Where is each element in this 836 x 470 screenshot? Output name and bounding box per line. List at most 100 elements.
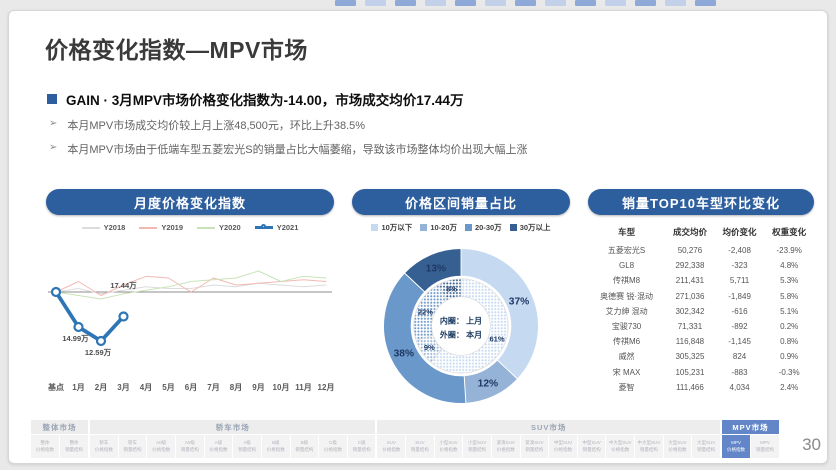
series-Y2021-marker: [97, 337, 105, 345]
x-axis-label: 7月: [207, 383, 219, 392]
series-Y2019: [56, 276, 326, 295]
nav-item-A0级-销量结构[interactable]: A0级销量结构: [176, 435, 204, 458]
bullet-line-2: ➢ 本月MPV市场由于低端车型五菱宏光S的销量占比大幅萎缩，导致该市场整体均价出…: [49, 141, 528, 157]
legend-label: 10-20万: [430, 222, 457, 233]
nav-group-tab-SUV市场[interactable]: SUV市场: [377, 420, 719, 434]
price-change: -1,849: [715, 289, 765, 304]
nav-item-轿车-价格指数[interactable]: 轿车价格指数: [90, 435, 118, 458]
donut-legend-item-30万以上: 30万以上: [510, 222, 551, 233]
table-row: 艾力绅 混动302,342-6165.1%: [588, 304, 814, 319]
nav-group-tab-整体市场[interactable]: 整体市场: [31, 420, 88, 434]
donut-inner-label: 22%: [418, 308, 433, 317]
model-name: 菱智: [588, 380, 665, 395]
donut-outer-label: 37%: [509, 296, 529, 307]
legend-line-swatch: [139, 227, 157, 229]
model-name: GL8: [588, 258, 665, 273]
model-name: 宋 MAX: [588, 365, 665, 380]
nav-item-A级-销量结构[interactable]: A级销量结构: [233, 435, 261, 458]
nav-item-C级-销量结构[interactable]: C级销量结构: [348, 435, 376, 458]
nav-item-中型SUV-销量结构[interactable]: 中型SUV销量结构: [578, 435, 606, 458]
donut-inner-label: 9%: [424, 343, 435, 352]
nav-item-line2: 销量结构: [692, 447, 720, 454]
nav-item-line1: SUV: [377, 440, 405, 447]
price-change: -1,145: [715, 334, 765, 349]
nav-item-line1: 中大型SUV: [606, 440, 634, 447]
nav-item-line1: B级: [262, 440, 290, 447]
nav-item-line1: 整体: [31, 440, 59, 447]
model-name: 奥德赛 锐·混动: [588, 289, 665, 304]
nav-item-line2: 销量结构: [348, 447, 376, 454]
donut-outer-label: 38%: [394, 348, 414, 359]
table-row: 宝骏73071,331-8920.2%: [588, 319, 814, 334]
point-label: 17.44万: [110, 281, 137, 290]
legend-label: Y2020: [219, 223, 241, 232]
nav-item-C级-价格指数[interactable]: C级价格指数: [319, 435, 347, 458]
legend-label: Y2018: [104, 223, 126, 232]
bullet-line-1: ➢ 本月MPV市场成交均价较上月上涨48,500元，环比上升38.5%: [49, 117, 365, 133]
model-name: 传祺M8: [588, 273, 665, 288]
nav-item-line1: 紧凑SUV: [521, 440, 549, 447]
nav-item-line2: 销量结构: [578, 447, 606, 454]
nav-item-小型SUV-价格指数[interactable]: 小型SUV价格指数: [435, 435, 463, 458]
nav-item-SUV-销量结构[interactable]: SUV销量结构: [406, 435, 434, 458]
arrow-bullet-icon: ➢: [49, 117, 57, 131]
nav-item-大型SUV-价格指数[interactable]: 大型SUV价格指数: [664, 435, 692, 458]
nav-group-tab-MPV市场[interactable]: MPV市场: [722, 420, 779, 434]
weight-change: 0.2%: [764, 319, 814, 334]
model-name: 五菱宏光S: [588, 243, 665, 258]
legend-color-swatch: [510, 224, 517, 231]
price-change: -883: [715, 365, 765, 380]
donut-center-line-2: 外圈： 本月: [440, 330, 482, 340]
nav-item-line1: SUV: [406, 440, 434, 447]
nav-items-row: 轿车价格指数轿车销量结构A0级价格指数A0级销量结构A级价格指数A级销量结构B级…: [90, 435, 375, 458]
donut-outer-label: 12%: [478, 379, 498, 390]
nav-item-line1: A级: [233, 440, 261, 447]
nav-item-line2: 价格指数: [205, 447, 233, 454]
nav-item-轿车-销量结构[interactable]: 轿车销量结构: [119, 435, 147, 458]
nav-item-紧凑SUV-销量结构[interactable]: 紧凑SUV销量结构: [521, 435, 549, 458]
x-axis-label: 6月: [185, 383, 197, 392]
nav-item-line2: 销量结构: [291, 447, 319, 454]
weight-change: 5.8%: [764, 289, 814, 304]
nav-item-MPV-销量结构[interactable]: MPV销量结构: [751, 435, 779, 458]
nav-item-B级-销量结构[interactable]: B级销量结构: [291, 435, 319, 458]
nav-group-tab-轿车市场[interactable]: 轿车市场: [90, 420, 375, 434]
nav-item-A级-价格指数[interactable]: A级价格指数: [205, 435, 233, 458]
panels-row: 月度价格变化指数 Y2018Y2019Y2020Y2021 14.99万12.5…: [46, 189, 814, 427]
price-change: -2,408: [715, 243, 765, 258]
nav-item-紧凑SUV-价格指数[interactable]: 紧凑SUV价格指数: [492, 435, 520, 458]
legend-line-swatch: [82, 227, 100, 229]
x-axis-label: 11月: [295, 383, 311, 392]
nav-item-SUV-价格指数[interactable]: SUV价格指数: [377, 435, 405, 458]
nav-item-line1: A0级: [147, 440, 175, 447]
nav-item-B级-价格指数[interactable]: B级价格指数: [262, 435, 290, 458]
nav-item-整体-销量结构[interactable]: 整体销量结构: [60, 435, 88, 458]
x-axis-label: 4月: [140, 383, 152, 392]
legend-item-Y2019: Y2019: [139, 223, 183, 232]
nav-group-整体市场: 整体市场整体价格指数整体销量结构: [31, 420, 88, 458]
legend-color-swatch: [371, 224, 378, 231]
donut-inner-label: 61%: [489, 335, 504, 344]
nav-item-小型SUV-销量结构[interactable]: 小型SUV销量结构: [463, 435, 491, 458]
donut-legend-item-10-20万: 10-20万: [420, 222, 457, 233]
nav-items-row: SUV价格指数SUV销量结构小型SUV价格指数小型SUV销量结构紧凑SUV价格指…: [377, 435, 719, 458]
nav-item-整体-价格指数[interactable]: 整体价格指数: [31, 435, 59, 458]
table-row: GL8292,338-3234.8%: [588, 258, 814, 273]
nav-item-中大型SUV-价格指数[interactable]: 中大型SUV价格指数: [606, 435, 634, 458]
nav-item-大型SUV-销量结构[interactable]: 大型SUV销量结构: [692, 435, 720, 458]
price-change: -323: [715, 258, 765, 273]
nav-item-line2: 销量结构: [635, 447, 663, 454]
nav-item-中型SUV-价格指数[interactable]: 中型SUV价格指数: [549, 435, 577, 458]
nav-item-line1: C级: [348, 440, 376, 447]
headline: GAIN · 3月MPV市场价格变化指数为-14.00，市场成交均价17.44万: [47, 89, 464, 109]
series-Y2021-marker: [52, 288, 60, 296]
legend-color-swatch: [420, 224, 427, 231]
avg-price: 111,466: [665, 380, 715, 395]
nav-item-MPV-价格指数[interactable]: MPV价格指数: [722, 435, 750, 458]
nav-item-中大型SUV-销量结构[interactable]: 中大型SUV销量结构: [635, 435, 663, 458]
avg-price: 50,276: [665, 243, 715, 258]
donut-chart-legend: 10万以下10-20万20-30万30万以上: [352, 222, 570, 233]
nav-item-A0级-价格指数[interactable]: A0级价格指数: [147, 435, 175, 458]
legend-label: Y2021: [277, 223, 299, 232]
line-chart: 14.99万12.59万17.44万基点1月2月3月4月5月6月7月8月9月10…: [46, 234, 334, 396]
